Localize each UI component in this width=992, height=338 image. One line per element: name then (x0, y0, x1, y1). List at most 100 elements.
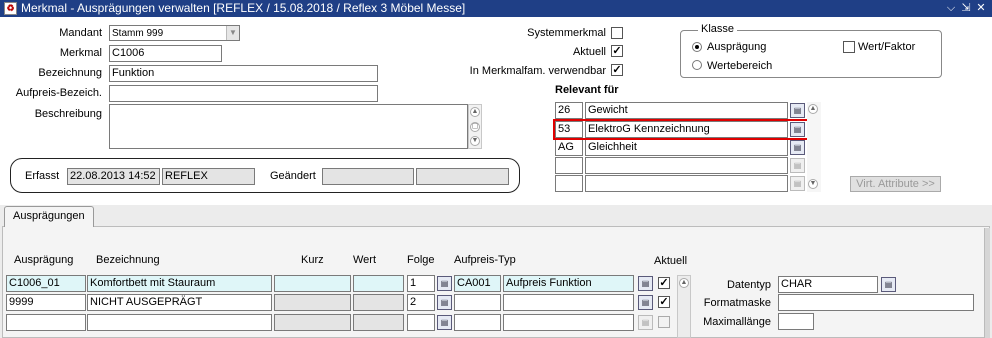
selection-highlight (553, 119, 809, 140)
lov-icon[interactable]: ▤ (638, 295, 653, 310)
datentyp-label: Datentyp (726, 279, 771, 291)
aufpreis-bezeichnung-field[interactable] (109, 85, 378, 102)
grid-bezeichnung[interactable]: Komfortbett mit Stauraum (87, 275, 272, 292)
grid-auspraegung[interactable]: 9999 (6, 294, 86, 311)
grid-auspraegung[interactable] (6, 314, 86, 331)
scroll-up-icon[interactable]: ▲ (679, 278, 689, 288)
geaendert-date-field (322, 168, 414, 185)
grid-kurz[interactable] (274, 314, 351, 331)
relevant-code[interactable] (555, 175, 583, 192)
window-scrollbar[interactable] (984, 228, 990, 338)
erfasst-user-field: REFLEX (162, 168, 255, 185)
col-header-auspraegung: Ausprägung (14, 254, 74, 266)
grid-folge[interactable] (407, 314, 435, 331)
lov-icon[interactable]: ▤ (437, 276, 452, 291)
radio-wertebereich-label: Wertebereich (707, 60, 773, 72)
virt-attribute-button[interactable]: Virt. Attribute >> (850, 176, 941, 192)
grid-aktuell-checkbox[interactable]: ✓ (658, 296, 670, 308)
chevron-down-icon[interactable]: ▼ (226, 26, 239, 40)
erfasst-label: Erfasst (25, 170, 60, 182)
beschreibung-label: Beschreibung (34, 108, 102, 120)
grid-typ-code[interactable]: CA001 (454, 275, 501, 292)
minimize-icon[interactable]: ⌵ (945, 1, 957, 15)
relevant-code[interactable] (555, 157, 583, 174)
beschreibung-scrollbar[interactable]: ▲ ▢ ▼ (468, 104, 482, 149)
grid-typ-code[interactable] (454, 294, 501, 311)
radio-auspraegung[interactable] (692, 42, 702, 52)
grid-typ-name[interactable] (503, 294, 634, 311)
grid-kurz[interactable] (274, 275, 351, 292)
grid-bezeichnung[interactable] (87, 314, 272, 331)
lov-icon[interactable]: ▤ (638, 276, 653, 291)
aktuell-checkbox[interactable]: ✓ (611, 45, 623, 57)
grid-folge[interactable]: 2 (407, 294, 435, 311)
relevant-name[interactable] (585, 175, 788, 192)
wert-faktor-label: Wert/Faktor (858, 41, 916, 53)
formatmaske-field[interactable] (778, 294, 974, 311)
lov-icon[interactable]: ▤ (790, 103, 805, 118)
title-bar: ♻ Merkmal - Ausprägungen verwalten [REFL… (0, 0, 992, 17)
grid-folge[interactable]: 1 (407, 275, 435, 292)
grid-auspraegung[interactable]: C1006_01 (6, 275, 86, 292)
mandant-label: Mandant (59, 27, 102, 39)
datentyp-field[interactable]: CHAR (778, 276, 878, 293)
lov-icon[interactable]: ▤ (638, 315, 653, 330)
close-icon[interactable]: ✕ (975, 1, 987, 15)
col-header-kurz: Kurz (301, 254, 324, 266)
grid-bezeichnung[interactable]: NICHT AUSGEPRÄGT (87, 294, 272, 311)
grid-aktuell-checkbox[interactable]: ✓ (658, 277, 670, 289)
klasse-title: Klasse (698, 23, 738, 35)
scroll-up-icon[interactable]: ▲ (808, 104, 818, 114)
grid-typ-code[interactable] (454, 314, 501, 331)
relevant-name[interactable]: Gewicht (585, 102, 788, 119)
scroll-down-icon[interactable]: ▼ (470, 136, 480, 146)
relevant-name[interactable] (585, 157, 788, 174)
grid-scrollbar[interactable]: ▲ (677, 275, 691, 338)
bezeichnung-field[interactable]: Funktion (109, 65, 378, 82)
lov-icon[interactable]: ▤ (790, 140, 805, 155)
systemmerkmal-checkbox[interactable] (611, 27, 623, 39)
lov-icon[interactable]: ▤ (437, 295, 452, 310)
mandant-select[interactable]: Stamm 999 ▼ (109, 25, 240, 41)
relevant-scrollbar[interactable]: ▲ ▼ (807, 102, 821, 192)
relevant-code[interactable]: 26 (555, 102, 583, 119)
beschreibung-field[interactable] (109, 104, 468, 149)
grid-aktuell-checkbox[interactable] (658, 316, 670, 328)
restore-icon[interactable]: ⇲ (960, 1, 972, 15)
aktuell-label: Aktuell (572, 46, 606, 58)
radio-wertebereich[interactable] (692, 60, 702, 70)
lov-icon[interactable]: ▤ (790, 176, 805, 191)
col-header-wert: Wert (353, 254, 377, 266)
lov-icon[interactable]: ▤ (790, 158, 805, 173)
grid-typ-name[interactable] (503, 314, 634, 331)
tab-auspraegungen[interactable]: Ausprägungen (4, 206, 94, 227)
merkmal-field[interactable]: C1006 (109, 45, 222, 62)
relevant-code[interactable]: AG (555, 139, 583, 156)
radio-auspraegung-label: Ausprägung (707, 41, 767, 53)
grid-kurz[interactable] (274, 294, 351, 311)
formatmaske-label: Formatmaske (703, 297, 771, 309)
relevant-name[interactable]: Gleichheit (585, 139, 788, 156)
grid-wert[interactable] (353, 275, 404, 292)
wert-faktor-checkbox[interactable] (843, 41, 855, 53)
col-header-aufpreis-typ: Aufpreis-Typ (454, 254, 516, 266)
relevant-title: Relevant für (555, 84, 619, 96)
grid-typ-name[interactable]: Aufpreis Funktion (503, 275, 634, 292)
lov-icon[interactable]: ▤ (881, 277, 896, 292)
col-header-folge: Folge (407, 254, 435, 266)
bezeichnung-label: Bezeichnung (38, 67, 102, 79)
oracle-forms-icon: ♻ (4, 2, 17, 15)
scroll-down-icon[interactable]: ▼ (808, 179, 818, 189)
grid-wert[interactable] (353, 294, 404, 311)
erfasst-date-field: 22.08.2013 14:52 (67, 168, 160, 185)
maximallaenge-label: Maximallänge (703, 316, 771, 328)
merkmalfam-checkbox[interactable]: ✓ (611, 64, 623, 76)
grid-wert[interactable] (353, 314, 404, 331)
merkmalfam-label: In Merkmalfam. verwendbar (469, 65, 606, 77)
maximallaenge-field[interactable] (778, 313, 814, 330)
geaendert-user-field (416, 168, 509, 185)
lov-icon[interactable]: ▤ (437, 315, 452, 330)
scroll-up-icon[interactable]: ▲ (470, 107, 480, 117)
mandant-value: Stamm 999 (112, 28, 164, 39)
merkmal-label: Merkmal (59, 47, 102, 59)
